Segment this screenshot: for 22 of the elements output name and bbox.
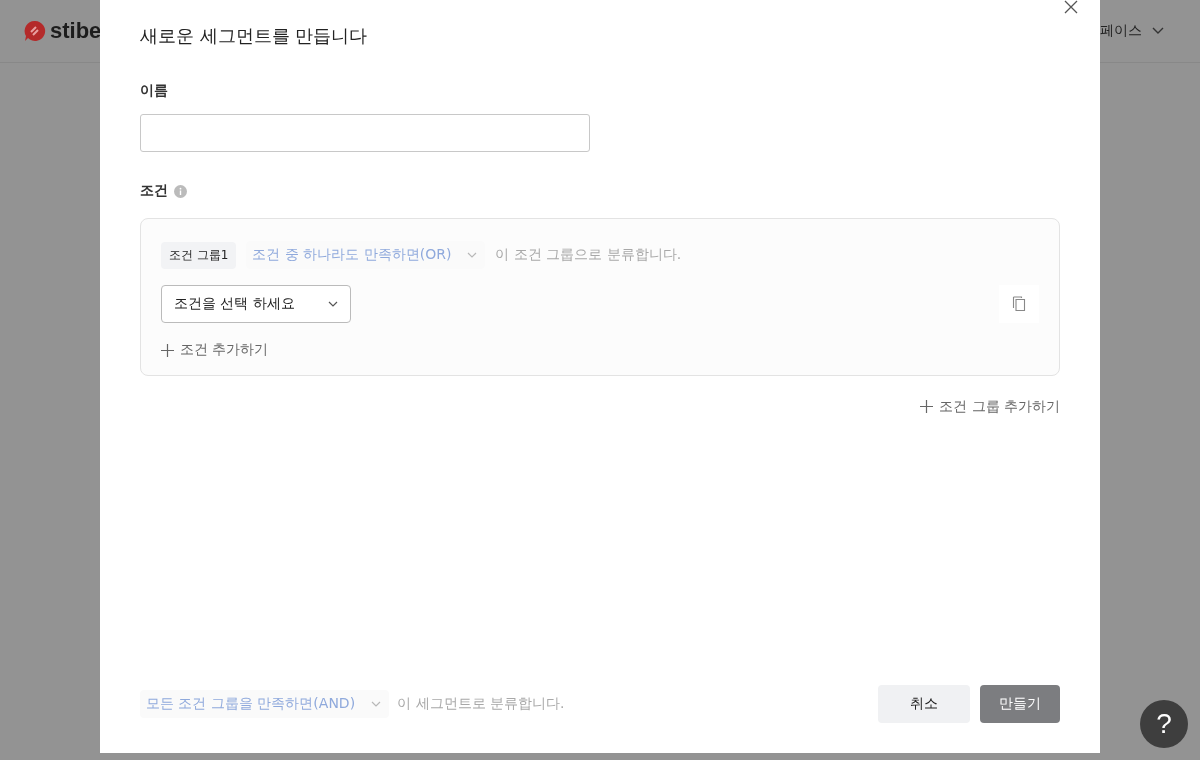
group-description: 이 조건 그룹으로 분류합니다. (495, 246, 682, 264)
name-input-field[interactable] (140, 114, 590, 152)
info-icon[interactable] (174, 184, 187, 198)
add-group-button[interactable]: 조건 그룹 추가하기 (920, 397, 1060, 416)
field-label: 이름 (140, 82, 169, 100)
close-icon[interactable] (1064, 0, 1078, 14)
field-label: 조건 (140, 182, 168, 200)
plus-icon[interactable] (920, 400, 934, 413)
add-condition-button[interactable]: 조건 추가하기 (161, 341, 269, 359)
chevron-down-icon[interactable] (1152, 27, 1164, 35)
chevron-down-icon[interactable] (328, 301, 338, 307)
condition-select[interactable]: 조건을 선택 하세요 (161, 285, 351, 323)
plus-icon[interactable] (161, 343, 174, 357)
segment-description: 이 세그먼트로 분류합니다. (397, 695, 565, 713)
dialog-title: 새로운 세그먼트를 만듭니다 (140, 24, 369, 48)
cancel-button[interactable]: 취소 (878, 685, 970, 723)
copy-icon[interactable] (1012, 296, 1026, 312)
logo-icon (24, 20, 46, 42)
workspace-name[interactable]: 페이스 (1100, 22, 1142, 40)
group-tag: 조건 그룹1 (161, 241, 237, 269)
help-button[interactable]: ? (1140, 700, 1188, 748)
logo-text: stibe (50, 18, 102, 44)
